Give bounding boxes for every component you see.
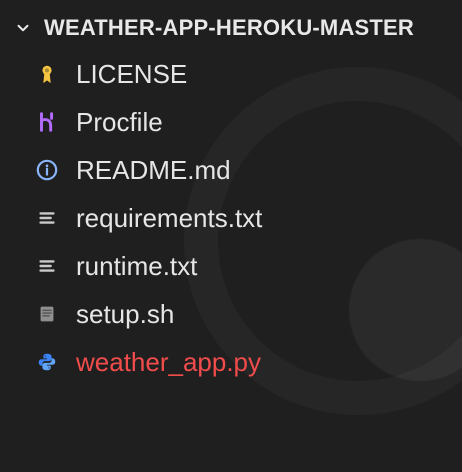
chevron-down-icon[interactable]	[10, 15, 36, 41]
explorer-section-title: WEATHER-APP-HEROKU-MASTER	[44, 15, 415, 40]
heroku-procfile-icon	[34, 109, 60, 135]
info-icon	[34, 157, 60, 183]
file-label: LICENSE	[76, 58, 188, 89]
file-label: runtime.txt	[76, 250, 198, 281]
file-label: Procfile	[76, 106, 163, 137]
file-item-license[interactable]: LICENSE	[0, 50, 462, 98]
explorer-background: WEATHER-APP-HEROKU-MASTER LICENSE Procfi…	[0, 0, 462, 385]
file-label: README.md	[76, 154, 231, 185]
python-icon	[34, 349, 60, 375]
file-item-procfile[interactable]: Procfile	[0, 98, 462, 146]
file-list: LICENSE Procfile README.md requirements.…	[0, 50, 462, 386]
explorer-panel: WEATHER-APP-HEROKU-MASTER LICENSE Procfi…	[0, 0, 462, 385]
file-item-runtime[interactable]: runtime.txt	[0, 242, 462, 290]
shell-script-icon	[34, 301, 60, 327]
file-item-readme[interactable]: README.md	[0, 146, 462, 194]
file-item-setup[interactable]: setup.sh	[0, 290, 462, 338]
text-lines-icon	[34, 253, 60, 279]
file-label: weather_app.py	[76, 346, 262, 377]
explorer-section-header[interactable]: WEATHER-APP-HEROKU-MASTER	[0, 0, 462, 56]
file-label: setup.sh	[76, 298, 175, 329]
license-icon	[34, 61, 60, 87]
file-label: requirements.txt	[76, 202, 263, 233]
file-item-requirements[interactable]: requirements.txt	[0, 194, 462, 242]
text-lines-icon	[34, 205, 60, 231]
file-item-weather-app[interactable]: weather_app.py	[0, 338, 462, 386]
